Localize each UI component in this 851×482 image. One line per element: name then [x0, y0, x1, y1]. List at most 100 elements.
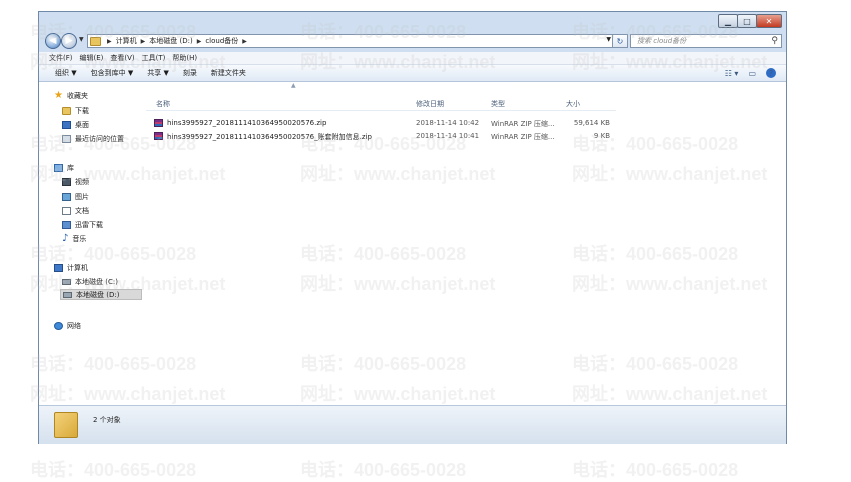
desktop-icon [62, 121, 71, 129]
nav-label: 视频 [75, 178, 89, 186]
nav-label: 图片 [75, 193, 89, 201]
pictures-icon [62, 193, 71, 201]
menu-file[interactable]: 文件(F) [49, 53, 73, 63]
breadcrumb-computer[interactable]: 计算机 [116, 36, 137, 46]
recent-places-icon [62, 135, 71, 143]
column-header-date-modified[interactable]: 修改日期 [416, 99, 444, 109]
include-in-library-button[interactable]: 包含到库中 ▼ [91, 68, 134, 78]
nav-drive-d[interactable]: 本地磁盘 (D:) [60, 289, 142, 300]
breadcrumb-drive-d[interactable]: 本地磁盘 (D:) [149, 36, 192, 46]
menu-edit[interactable]: 编辑(E) [80, 53, 104, 63]
search-placeholder: 搜索 cloud备份 [637, 37, 687, 45]
explorer-window: ▁ □ ✕ ◀ ▶ ▼ ▶ 计算机 ▶ 本地磁盘 (D:) ▶ cloud备份 … [38, 11, 787, 444]
column-header-type[interactable]: 类型 [491, 99, 505, 109]
menu-bar: 文件(F) 编辑(E) 查看(V) 工具(T) 帮助(H) [39, 52, 786, 65]
new-folder-button[interactable]: 新建文件夹 [211, 68, 246, 78]
file-date: 2018-11-14 10:41 [416, 132, 480, 140]
nav-network[interactable]: 网络 [54, 321, 81, 331]
nav-label: 网络 [67, 322, 81, 330]
maximize-icon: □ [743, 16, 751, 26]
nav-pictures[interactable]: 图片 [62, 192, 89, 202]
forward-arrow-icon: ▶ [65, 36, 73, 46]
winrar-archive-icon [154, 132, 163, 140]
column-header-size[interactable]: 大小 [566, 99, 580, 109]
search-icon[interactable]: ⚲ [771, 36, 778, 46]
search-input[interactable]: 搜索 cloud备份 ⚲ [630, 34, 782, 48]
breadcrumb-cloud-backup[interactable]: cloud备份 [205, 36, 238, 46]
nav-downloads[interactable]: 下载 [62, 106, 89, 116]
nav-label: 下载 [75, 107, 89, 115]
menu-view[interactable]: 查看(V) [110, 53, 134, 63]
download-folder-icon [62, 221, 71, 229]
drive-icon [63, 291, 72, 298]
title-bar[interactable]: ▁ □ ✕ [39, 12, 786, 32]
back-arrow-icon: ◀ [49, 36, 57, 46]
window-controls: ▁ □ ✕ [718, 14, 782, 28]
nav-label: 本地磁盘 (C:) [75, 278, 118, 286]
nav-label: 库 [67, 164, 74, 172]
preview-pane-icon[interactable]: ▭ [748, 69, 756, 78]
folder-icon [90, 36, 101, 46]
star-icon: ★ [54, 90, 63, 101]
nav-label: 音乐 [72, 235, 87, 243]
file-size: 9 KB [593, 132, 610, 140]
nav-documents[interactable]: 文档 [62, 206, 89, 216]
breadcrumb-separator-icon[interactable]: ▶ [242, 38, 247, 45]
document-icon [62, 207, 71, 215]
share-button[interactable]: 共享 ▼ [147, 68, 169, 78]
nav-label: 文档 [75, 207, 89, 215]
nav-computer[interactable]: 计算机 [54, 263, 88, 273]
address-bar[interactable]: ▶ 计算机 ▶ 本地磁盘 (D:) ▶ cloud备份 ▶ ▼ [87, 34, 615, 48]
maximize-button[interactable]: □ [737, 14, 757, 28]
help-icon[interactable]: ? [766, 68, 776, 78]
burn-button[interactable]: 刻录 [183, 68, 197, 78]
file-size: 59,614 KB [573, 119, 610, 127]
network-icon [54, 322, 63, 330]
watermark-phone: 电话：400-665-0028 [300, 460, 467, 480]
file-type: WinRAR ZIP 压缩... [491, 120, 555, 128]
nav-recent-places[interactable]: 最近访问的位置 [62, 134, 124, 144]
music-note-icon: ♪ [62, 233, 69, 244]
breadcrumb-separator-icon[interactable]: ▶ [107, 38, 112, 45]
nav-favorites[interactable]: ★ 收藏夹 [54, 91, 88, 101]
nav-label: 迅雷下载 [75, 221, 103, 229]
watermark-phone: 电话：400-665-0028 [572, 460, 739, 480]
file-date: 2018-11-14 10:42 [416, 119, 480, 127]
nav-xunlei-downloads[interactable]: 迅雷下载 [62, 220, 103, 230]
menu-help[interactable]: 帮助(H) [172, 53, 197, 63]
nav-libraries[interactable]: 库 [54, 163, 74, 173]
organize-button[interactable]: 组织 ▼ [55, 68, 77, 78]
nav-desktop[interactable]: 桌面 [62, 120, 89, 130]
nav-label: 桌面 [75, 121, 89, 129]
file-row[interactable]: hins3995927_20181114103649500205​76_账套附加… [146, 132, 706, 142]
sort-ascending-icon: ▲ [291, 82, 296, 89]
navigation-pane: ★ 收藏夹 下载 桌面 最近访问的位置 库 视频 图片 文档 迅雷下载 ♪ 音乐… [39, 82, 147, 405]
downloads-folder-icon [62, 107, 71, 115]
refresh-icon: ↻ [616, 36, 624, 46]
status-bar: 2 个对象 [39, 405, 786, 444]
watermark-phone: 电话：400-665-0028 [30, 460, 197, 480]
nav-videos[interactable]: 视频 [62, 177, 89, 187]
breadcrumb-separator-icon[interactable]: ▶ [197, 38, 202, 45]
view-controls: ☷ ▾ ▭ ? [715, 68, 776, 78]
nav-label: 最近访问的位置 [75, 135, 124, 143]
header-divider [146, 110, 616, 111]
file-row[interactable]: hins3995927_20181114103649500205​76.zip … [146, 119, 706, 129]
breadcrumb-separator-icon[interactable]: ▶ [141, 38, 146, 45]
forward-button[interactable]: ▶ [61, 33, 77, 49]
back-button[interactable]: ◀ [45, 33, 61, 49]
address-dropdown-icon[interactable]: ▼ [606, 36, 611, 43]
nav-music[interactable]: ♪ 音乐 [62, 234, 86, 244]
file-list: ▲ 名称 修改日期 类型 大小 hins3995927_201811141036… [146, 82, 786, 405]
nav-drive-c[interactable]: 本地磁盘 (C:) [62, 277, 118, 287]
minimize-button[interactable]: ▁ [718, 14, 738, 28]
column-header-name[interactable]: 名称 [156, 99, 170, 109]
close-button[interactable]: ✕ [756, 14, 782, 28]
change-view-icon[interactable]: ☷ ▾ [725, 69, 739, 78]
menu-tools[interactable]: 工具(T) [142, 53, 166, 63]
refresh-button[interactable]: ↻ [612, 34, 628, 48]
nav-label: 计算机 [67, 264, 88, 272]
nav-label: 收藏夹 [66, 92, 88, 100]
folder-icon [54, 412, 78, 438]
recent-pages-dropdown[interactable]: ▼ [79, 36, 84, 43]
